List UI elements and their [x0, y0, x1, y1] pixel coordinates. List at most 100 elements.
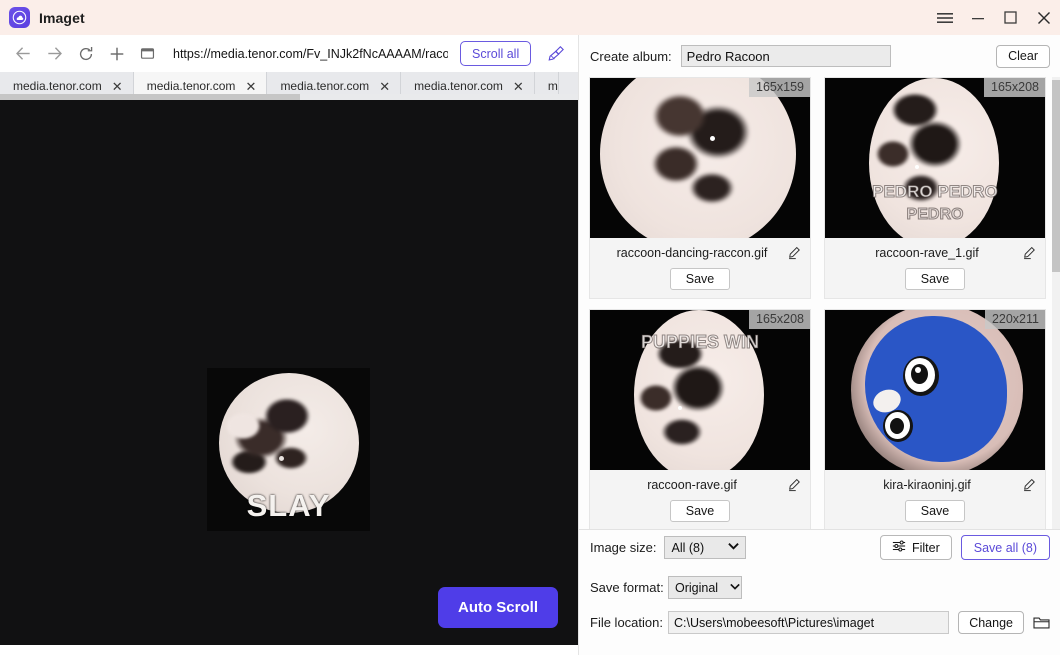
- pencil-icon[interactable]: [787, 478, 801, 492]
- filter-sliders-icon: [892, 539, 906, 556]
- tab-strip: media.tenor.com ✕ media.tenor.com ✕ medi…: [0, 72, 578, 100]
- raccoon-face-art: [640, 88, 762, 218]
- save-format-select[interactable]: Original: [668, 576, 742, 599]
- browser-toolbar: Scroll all: [0, 35, 578, 72]
- image-card[interactable]: 220x211 kira-kiraoninj.gif Save: [824, 309, 1046, 529]
- title-bar: Imaget: [0, 0, 1060, 35]
- tab-label: media.tenor.com: [414, 79, 503, 93]
- save-label: Save: [920, 504, 950, 518]
- character-pupil-right: [890, 418, 904, 434]
- url-input[interactable]: [169, 40, 452, 67]
- auto-scroll-label: Auto Scroll: [457, 599, 538, 616]
- image-card[interactable]: PEDRO PEDRO PEDRO 165x208 raccoon-rave_1…: [824, 77, 1046, 299]
- raccoon-face-art: [873, 92, 983, 222]
- thumbnail-overlay-text: PEDRO PEDRO: [872, 182, 999, 202]
- clear-button[interactable]: Clear: [996, 44, 1050, 68]
- tab-close-icon[interactable]: ✕: [512, 80, 525, 93]
- raccoon-face-art: [221, 398, 325, 482]
- maximize-icon[interactable]: [994, 0, 1027, 35]
- save-format-row: Save format: Original: [590, 576, 1050, 599]
- tab-label: media.tenor.com: [13, 79, 102, 93]
- folder-icon[interactable]: [1032, 614, 1050, 632]
- image-file-name: kira-kiraoninj.gif: [883, 478, 971, 492]
- pencil-icon[interactable]: [1022, 478, 1036, 492]
- reload-icon[interactable]: [70, 38, 101, 69]
- grid-scrollbar-thumb[interactable]: [1052, 80, 1060, 272]
- pencil-icon[interactable]: [1022, 246, 1036, 260]
- file-location-row: File location: Change: [590, 611, 1050, 634]
- image-file-name: raccoon-rave.gif: [647, 478, 737, 492]
- close-icon[interactable]: [1027, 0, 1060, 35]
- imaget-side-panel: Create album: Clear 165x159 raccoon-da: [578, 35, 1060, 655]
- back-arrow-icon[interactable]: [8, 38, 39, 69]
- app-title: Imaget: [39, 9, 85, 26]
- image-size-select[interactable]: All (8): [664, 536, 747, 559]
- image-file-name: raccoon-dancing-raccon.gif: [616, 246, 768, 260]
- album-name-input[interactable]: [680, 45, 891, 67]
- image-dimensions-badge: 165x208: [984, 78, 1045, 97]
- image-card[interactable]: PUPPIES WIN 165x208 raccoon-rave.gif Sav…: [589, 309, 811, 529]
- save-image-button[interactable]: Save: [669, 500, 731, 522]
- save-all-button[interactable]: Save all (8): [960, 535, 1050, 560]
- viewport-image-caption: SLAY: [246, 488, 331, 523]
- image-name-row: raccoon-rave.gif: [590, 470, 810, 500]
- image-name-row: kira-kiraoninj.gif: [825, 470, 1045, 500]
- image-file-name: raccoon-rave_1.gif: [875, 246, 979, 260]
- thumbnail-overlay-text-2: PEDRO: [906, 206, 964, 224]
- tab-close-icon[interactable]: ✕: [111, 80, 124, 93]
- browser-pane: Scroll all media.tenor.com ✕ media.tenor…: [0, 35, 578, 655]
- image-size-label: Image size:: [590, 540, 657, 555]
- image-size-row: Image size: All (8) Filter Save all (8): [579, 529, 1060, 565]
- viewport-image: SLAY: [207, 368, 370, 531]
- character-eye-glint: [915, 367, 921, 373]
- image-thumbnail[interactable]: PEDRO PEDRO PEDRO 165x208: [825, 78, 1045, 238]
- filter-label: Filter: [911, 540, 940, 555]
- image-dimensions-badge: 165x208: [749, 310, 810, 329]
- chevron-down-icon: [718, 582, 740, 593]
- tab-label: media.tenor.com: [280, 79, 370, 93]
- plus-icon[interactable]: [101, 38, 132, 69]
- image-thumbnail[interactable]: PUPPIES WIN 165x208: [590, 310, 810, 470]
- minimize-icon[interactable]: [961, 0, 994, 35]
- save-image-button[interactable]: Save: [904, 500, 966, 522]
- menu-icon[interactable]: [928, 0, 961, 35]
- save-format-label: Save format:: [590, 580, 664, 595]
- broom-icon[interactable]: [543, 41, 569, 67]
- browser-viewport: SLAY Auto Scroll: [0, 100, 578, 645]
- forward-arrow-icon[interactable]: [39, 38, 70, 69]
- save-image-button[interactable]: Save: [904, 268, 966, 290]
- raccoon-eye-highlight: [915, 165, 919, 169]
- tab-close-icon[interactable]: ✕: [378, 80, 391, 93]
- save-image-button[interactable]: Save: [669, 268, 731, 290]
- change-location-button[interactable]: Change: [958, 611, 1024, 634]
- pencil-icon[interactable]: [787, 246, 801, 260]
- image-card[interactable]: 165x159 raccoon-dancing-raccon.gif Save: [589, 77, 811, 299]
- image-dimensions-badge: 220x211: [984, 310, 1045, 329]
- tab-label: m: [547, 79, 558, 93]
- grid-vertical-scrollbar[interactable]: [1052, 77, 1060, 529]
- image-name-row: raccoon-dancing-raccon.gif: [590, 238, 810, 268]
- file-location-input[interactable]: [668, 611, 950, 634]
- change-label: Change: [969, 615, 1013, 630]
- create-album-label: Create album:: [590, 48, 672, 64]
- clear-label: Clear: [1008, 49, 1038, 63]
- imaget-logo-icon: [9, 7, 30, 28]
- image-grid: 165x159 raccoon-dancing-raccon.gif Save: [589, 77, 1050, 529]
- window-icon[interactable]: [132, 38, 163, 69]
- imaget-window: Imaget https://media.tenor.com/Fv_INJk2f…: [0, 0, 1060, 655]
- image-thumbnail[interactable]: 165x159: [590, 78, 810, 238]
- image-size-selected-value: All (8): [671, 540, 705, 555]
- save-label: Save: [685, 504, 715, 518]
- image-dimensions-badge: 165x159: [749, 78, 810, 97]
- scroll-all-button[interactable]: Scroll all: [460, 41, 532, 66]
- save-format-selected-value: Original: [675, 580, 719, 595]
- raccoon-eye-highlight: [710, 136, 715, 141]
- auto-scroll-button[interactable]: Auto Scroll: [437, 587, 558, 628]
- image-thumbnail[interactable]: 220x211: [825, 310, 1045, 470]
- panel-bottom-settings: Save format: Original File location: Cha…: [579, 565, 1060, 634]
- tab-close-icon[interactable]: ✕: [244, 80, 257, 93]
- file-location-label: File location:: [590, 615, 663, 630]
- image-name-row: raccoon-rave_1.gif: [825, 238, 1045, 268]
- filter-button[interactable]: Filter: [879, 535, 952, 560]
- save-label: Save: [685, 272, 715, 286]
